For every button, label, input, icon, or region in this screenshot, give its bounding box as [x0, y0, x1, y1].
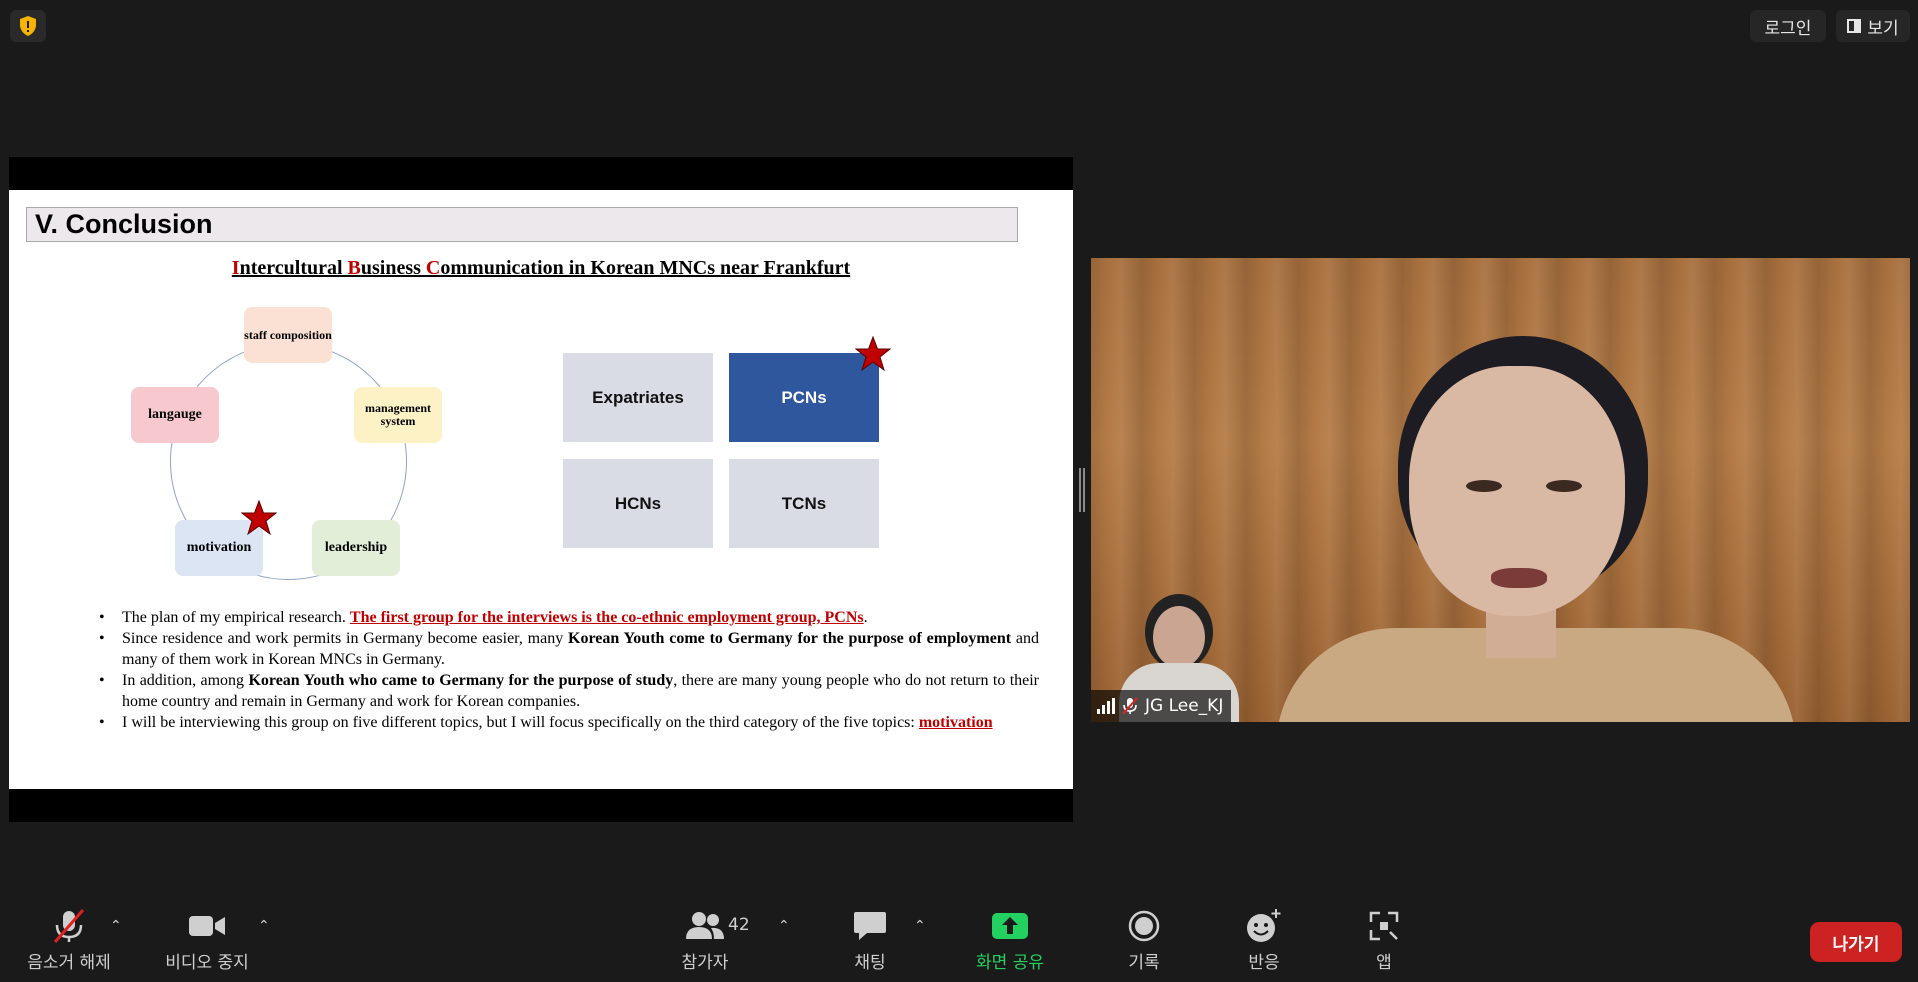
bullet-item: The plan of my empirical research. The f…: [97, 607, 1039, 628]
speaker-eye: [1466, 480, 1502, 492]
apps-icon: [1368, 906, 1400, 946]
reactions-label: 반응: [1248, 953, 1280, 973]
stop-video-button[interactable]: 비디오 중지: [158, 906, 256, 973]
stop-video-label: 비디오 중지: [165, 953, 249, 973]
presentation-slide: V. Conclusion Intercultural Business Com…: [9, 190, 1073, 789]
login-button[interactable]: 로그인: [1750, 10, 1826, 42]
speaker-eye: [1546, 480, 1582, 492]
group-box-hcns: HCNs: [563, 459, 713, 548]
view-button[interactable]: 보기: [1836, 10, 1910, 42]
bullet-emphasis: Korean Youth who came to Germany for the…: [248, 672, 674, 689]
participant-name: JG Lee_KJ: [1145, 696, 1224, 716]
star-icon: [855, 336, 891, 372]
view-layout-icon: [1847, 19, 1862, 33]
reactions-button[interactable]: 반응: [1238, 906, 1290, 973]
panel-splitter-handle[interactable]: [1078, 468, 1086, 512]
group-box-tcns: TCNs: [729, 459, 879, 548]
bullet-item: In addition, among Korean Youth who came…: [97, 670, 1039, 712]
bullet-emphasis: motivation: [918, 714, 993, 731]
security-shield-icon[interactable]: [10, 10, 46, 42]
signal-strength-icon: [1097, 698, 1115, 714]
chat-options-chevron-up-icon[interactable]: ⌃: [914, 918, 926, 934]
share-screen-button[interactable]: 화면 공유: [968, 906, 1052, 973]
bullet-item: Since residence and work permits in Germ…: [97, 628, 1039, 670]
background-person-face: [1153, 606, 1205, 668]
participants-options-chevron-up-icon[interactable]: ⌃: [778, 918, 790, 934]
star-icon: [241, 500, 277, 536]
group-box-expatriates: Expatriates: [563, 353, 713, 442]
participants-icon: [685, 906, 725, 946]
chat-button[interactable]: 채팅: [840, 906, 900, 973]
participants-count: 42: [728, 915, 750, 935]
muted-mic-icon: [52, 906, 86, 946]
participant-name-tag: JG Lee_KJ: [1091, 690, 1232, 722]
subtitle-letter-c: C: [425, 257, 441, 279]
apps-button[interactable]: 앱: [1364, 906, 1404, 973]
cycle-node-management-system: management system: [354, 387, 442, 443]
view-button-label: 보기: [1867, 18, 1899, 39]
unmute-label: 음소거 해제: [27, 953, 111, 973]
chat-label: 채팅: [854, 953, 886, 973]
record-label: 기록: [1128, 953, 1160, 973]
participants-label: 참가자: [681, 953, 729, 973]
bullet-emphasis: Korean Youth come to Germany for the pur…: [568, 630, 1012, 647]
bullet-item: I will be interviewing this group on fiv…: [97, 712, 1039, 733]
video-options-chevron-up-icon[interactable]: ⌃: [258, 918, 270, 934]
bullet-emphasis: The first group for the interviews is th…: [349, 609, 864, 626]
bullet-list: The plan of my empirical research. The f…: [97, 607, 1039, 733]
cycle-node-leadership: leadership: [312, 520, 400, 576]
leave-meeting-button[interactable]: 나가기: [1810, 922, 1902, 962]
share-screen-icon: [991, 906, 1029, 946]
record-icon: [1128, 906, 1160, 946]
bullet-text: Since residence and work permits in Germ…: [122, 630, 569, 647]
cycle-node-staff-composition: staff composition: [244, 307, 332, 363]
subtitle-part: ommunication in Korean MNCs near Frankfu…: [440, 257, 851, 279]
unmute-button[interactable]: 음소거 해제: [20, 906, 118, 973]
share-screen-label: 화면 공유: [976, 953, 1044, 973]
meeting-toolbar: [0, 898, 1918, 982]
subtitle-letter-b: B: [347, 257, 361, 279]
bullet-text: The plan of my empirical research.: [122, 609, 350, 626]
bullet-text: I will be interviewing this group on fiv…: [122, 714, 919, 731]
subtitle-part: ntercultural: [239, 257, 348, 279]
emoji-reaction-icon: [1246, 906, 1282, 946]
participant-video-tile[interactable]: JG Lee_KJ: [1091, 258, 1910, 722]
muted-mic-icon: [1122, 697, 1138, 715]
video-camera-icon: [188, 906, 226, 946]
speaker-mouth: [1491, 568, 1547, 588]
cycle-node-language: langauge: [131, 387, 219, 443]
bullet-text: .: [863, 609, 868, 626]
slide-title: V. Conclusion: [26, 207, 1018, 242]
bullet-text: In addition, among: [122, 672, 249, 689]
subtitle-letter-i: I: [231, 257, 240, 279]
meeting-window: 로그인 보기 V. Conclusion Intercultural Busin…: [0, 0, 1918, 982]
audio-options-chevron-up-icon[interactable]: ⌃: [110, 918, 122, 934]
shared-screen: V. Conclusion Intercultural Business Com…: [9, 157, 1073, 822]
chat-bubble-icon: [853, 906, 887, 946]
subtitle-part: usiness: [360, 257, 426, 279]
slide-subtitle: Intercultural Business Communication in …: [9, 257, 1073, 280]
record-button[interactable]: 기록: [1118, 906, 1170, 973]
apps-label: 앱: [1376, 953, 1392, 973]
